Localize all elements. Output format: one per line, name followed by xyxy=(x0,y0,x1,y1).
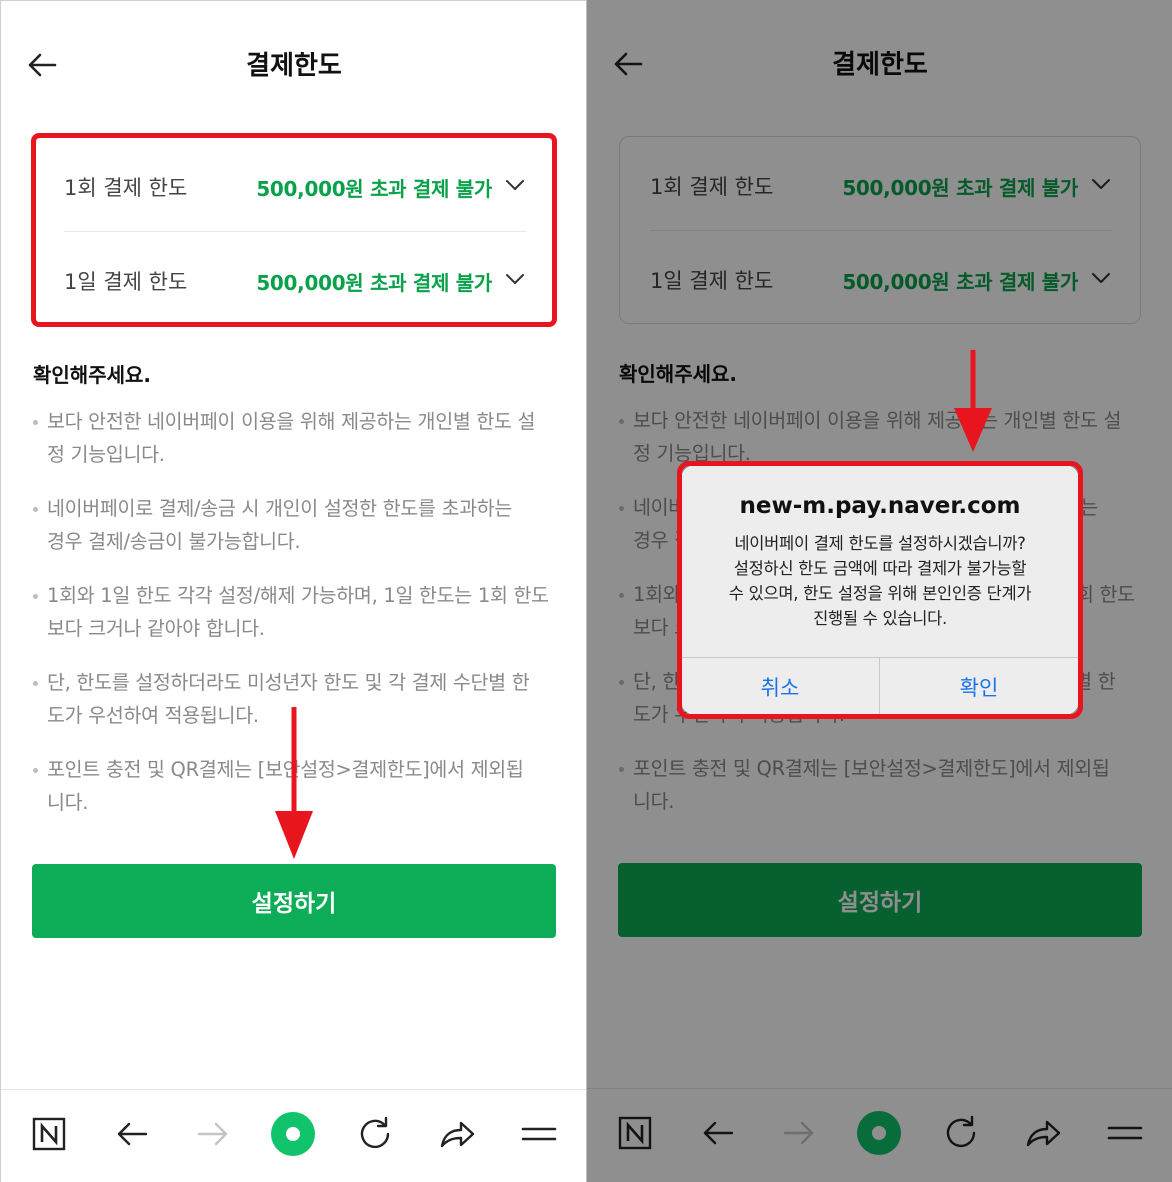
setup-button[interactable]: 설정하기 xyxy=(32,864,556,938)
bullet-icon xyxy=(33,681,38,686)
red-arrow-icon xyxy=(954,350,992,452)
screenshot-frame: 결제한도 1회 결제 한도 500,000원 초과 결제 불가 1일 결제 한도… xyxy=(0,0,1172,1182)
left-panel: 결제한도 1회 결제 한도 500,000원 초과 결제 불가 1일 결제 한도… xyxy=(0,0,586,1182)
share-icon[interactable] xyxy=(433,1110,481,1158)
notice-line: 보다 안전한 네이버페이 이용을 위해 제공하는 개인별 한도 설 xyxy=(47,410,536,433)
right-panel: 결제한도 1회 결제 한도 500,000원 초과 결제 불가 1일 결제 한도… xyxy=(586,0,1172,1182)
notice-line: 정 기능입니다. xyxy=(47,443,165,466)
menu-icon[interactable] xyxy=(515,1110,563,1158)
browser-bottom-bar xyxy=(1,1089,586,1182)
notice-line: 보다 크거나 같아야 합니다. xyxy=(47,617,265,640)
forward-arrow-icon[interactable] xyxy=(189,1110,237,1158)
notice-item: 네이버페이로 결제/송금 시 개인이 설정한 한도를 초과하는경우 결제/송금이… xyxy=(33,492,561,558)
naver-n-icon[interactable] xyxy=(25,1110,73,1158)
refresh-icon[interactable] xyxy=(351,1110,399,1158)
header: 결제한도 xyxy=(1,1,586,129)
notice-item: 1회와 1일 한도 각각 설정/해제 가능하며, 1일 한도는 1회 한도보다 … xyxy=(33,579,561,645)
notice-title: 확인해주세요. xyxy=(33,363,151,387)
page-title: 결제한도 xyxy=(246,51,342,81)
red-highlight-box xyxy=(31,133,557,327)
notice-line: 도가 우선하여 적용됩니다. xyxy=(47,704,259,727)
red-arrow-icon xyxy=(275,707,313,859)
notice-item: 보다 안전한 네이버페이 이용을 위해 제공하는 개인별 한도 설정 기능입니다… xyxy=(33,405,561,471)
bullet-icon xyxy=(33,420,38,425)
back-arrow-icon[interactable] xyxy=(108,1110,156,1158)
notice-line: 단, 한도를 설정하더라도 미성년자 한도 및 각 결제 수단별 한 xyxy=(47,671,530,694)
notice-line: 네이버페이로 결제/송금 시 개인이 설정한 한도를 초과하는 xyxy=(47,497,513,520)
notice-line: 경우 결제/송금이 불가능합니다. xyxy=(47,530,301,553)
notice-line: 니다. xyxy=(47,791,89,814)
green-dot-icon[interactable] xyxy=(269,1110,317,1158)
bullet-icon xyxy=(33,594,38,599)
bullet-icon xyxy=(33,768,38,773)
bullet-icon xyxy=(33,507,38,512)
notice-line: 1회와 1일 한도 각각 설정/해제 가능하며, 1일 한도는 1회 한도 xyxy=(47,584,549,607)
red-highlight-box xyxy=(677,461,1083,719)
